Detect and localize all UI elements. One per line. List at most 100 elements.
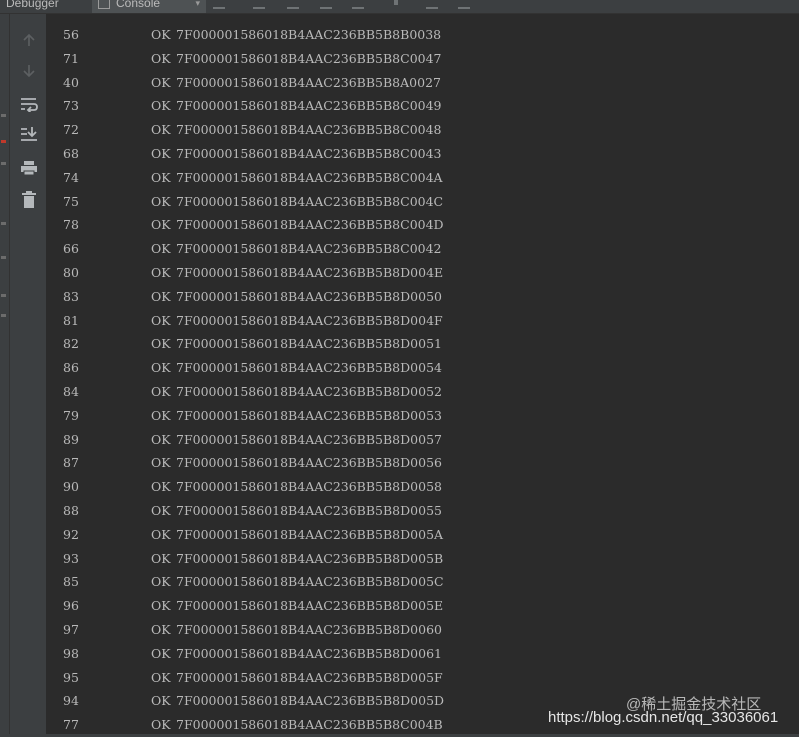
down-arrow-icon[interactable] bbox=[18, 61, 40, 81]
line-message-id: 7F000001586018B4AAC236BB5B8D005C bbox=[176, 574, 444, 590]
console-line: 93 OK 7F000001586018B4AAC236BB5B8D005B bbox=[47, 547, 787, 570]
line-message-id: 7F000001586018B4AAC236BB5B8D0050 bbox=[176, 288, 442, 304]
tab-console-label: Console bbox=[116, 0, 161, 10]
line-status: OK bbox=[151, 479, 171, 495]
console-line: 85 OK 7F000001586018B4AAC236BB5B8D005C bbox=[47, 570, 787, 593]
line-index: 77 bbox=[63, 717, 79, 733]
line-index: 86 bbox=[63, 360, 79, 376]
line-status: OK bbox=[151, 407, 171, 423]
line-message-id: 7F000001586018B4AAC236BB5B8C0048 bbox=[176, 122, 442, 138]
line-message-id: 7F000001586018B4AAC236BB5B8A0027 bbox=[176, 74, 441, 90]
line-index: 93 bbox=[63, 550, 79, 566]
line-message-id: 7F000001586018B4AAC236BB5B8D0051 bbox=[176, 336, 442, 352]
line-index: 87 bbox=[63, 455, 79, 471]
line-status: OK bbox=[151, 169, 171, 185]
step-over-icon[interactable] bbox=[253, 0, 265, 9]
line-index: 78 bbox=[63, 217, 79, 233]
up-arrow-icon[interactable] bbox=[18, 30, 40, 50]
force-step-into-icon[interactable] bbox=[320, 0, 332, 9]
line-index: 97 bbox=[63, 622, 79, 637]
console-line: 80 OK 7F000001586018B4AAC236BB5B8D004E bbox=[47, 261, 787, 284]
scroll-to-end-icon[interactable] bbox=[18, 124, 40, 144]
line-index: 95 bbox=[63, 669, 79, 685]
layout-icon[interactable] bbox=[213, 0, 225, 9]
step-into-icon[interactable] bbox=[287, 0, 299, 9]
line-message-id: 7F000001586018B4AAC236BB5B8D0056 bbox=[176, 455, 442, 471]
console-line: 87 OK 7F000001586018B4AAC236BB5B8D0056 bbox=[47, 451, 787, 474]
line-status: OK bbox=[151, 574, 171, 590]
line-status: OK bbox=[151, 146, 171, 161]
line-index: 81 bbox=[63, 312, 79, 328]
line-status: OK bbox=[151, 312, 171, 328]
line-message-id: 7F000001586018B4AAC236BB5B8C0042 bbox=[176, 241, 442, 257]
line-index: 40 bbox=[63, 74, 79, 90]
print-icon[interactable] bbox=[18, 158, 40, 178]
line-index: 56 bbox=[63, 27, 79, 42]
line-index: 83 bbox=[63, 288, 79, 304]
line-index: 88 bbox=[63, 503, 79, 518]
console-line: 71 OK 7F000001586018B4AAC236BB5B8C0047 bbox=[47, 47, 787, 70]
left-side-strip bbox=[0, 14, 10, 737]
console-line: 88 OK 7F000001586018B4AAC236BB5B8D0055 bbox=[47, 499, 787, 522]
line-status: OK bbox=[151, 50, 171, 66]
line-message-id: 7F000001586018B4AAC236BB5B8D0061 bbox=[176, 645, 442, 661]
line-message-id: 7F000001586018B4AAC236BB5B8D004F bbox=[176, 312, 443, 328]
tab-console[interactable]: Console ▾ bbox=[92, 0, 206, 13]
console-icon bbox=[98, 0, 110, 9]
vertical-scrollbar[interactable] bbox=[793, 14, 799, 737]
line-index: 71 bbox=[63, 50, 79, 66]
console-line: 86 OK 7F000001586018B4AAC236BB5B8D0054 bbox=[47, 356, 787, 379]
line-index: 73 bbox=[63, 98, 79, 114]
line-index: 75 bbox=[63, 193, 79, 209]
clear-all-icon[interactable] bbox=[18, 190, 40, 210]
console-output[interactable]: 56 OK 7F000001586018B4AAC236BB5B8B0038 71 OK… bbox=[47, 14, 799, 737]
line-index: 90 bbox=[63, 479, 79, 495]
line-status: OK bbox=[151, 288, 171, 304]
console-line: 90 OK 7F000001586018B4AAC236BB5B8D0058 bbox=[47, 475, 787, 498]
line-status: OK bbox=[151, 241, 171, 257]
line-message-id: 7F000001586018B4AAC236BB5B8D0055 bbox=[176, 503, 442, 518]
line-status: OK bbox=[151, 122, 171, 138]
tab-debugger[interactable]: Debugger bbox=[6, 0, 59, 13]
line-message-id: 7F000001586018B4AAC236BB5B8C004A bbox=[176, 169, 443, 185]
line-index: 98 bbox=[63, 645, 79, 661]
watermark-url: https://blog.csdn.net/qq_33036061 bbox=[548, 709, 779, 726]
line-status: OK bbox=[151, 98, 171, 114]
line-status: OK bbox=[151, 598, 171, 614]
console-line: 68 OK 7F000001586018B4AAC236BB5B8C0043 bbox=[47, 142, 787, 165]
console-line: 81 OK 7F000001586018B4AAC236BB5B8D004F bbox=[47, 309, 787, 332]
line-index: 96 bbox=[63, 598, 79, 614]
line-status: OK bbox=[151, 669, 171, 685]
line-message-id: 7F000001586018B4AAC236BB5B8D0058 bbox=[176, 479, 442, 495]
line-index: 72 bbox=[63, 122, 79, 138]
line-message-id: 7F000001586018B4AAC236BB5B8C004B bbox=[176, 717, 443, 733]
soft-wrap-icon[interactable] bbox=[18, 94, 40, 114]
line-index: 74 bbox=[63, 169, 79, 185]
console-line: 98 OK 7F000001586018B4AAC236BB5B8D0061 bbox=[47, 642, 787, 665]
line-message-id: 7F000001586018B4AAC236BB5B8D0057 bbox=[176, 431, 442, 447]
line-status: OK bbox=[151, 622, 171, 637]
line-index: 68 bbox=[63, 146, 79, 161]
console-line: 78 OK 7F000001586018B4AAC236BB5B8C004D bbox=[47, 213, 787, 236]
line-index: 82 bbox=[63, 336, 79, 352]
tool-window-tab-bar: Debugger Console ▾ bbox=[0, 0, 799, 14]
line-index: 94 bbox=[63, 693, 79, 709]
settings-icon[interactable] bbox=[458, 0, 470, 9]
line-message-id: 7F000001586018B4AAC236BB5B8C0043 bbox=[176, 146, 442, 161]
chevron-down-icon[interactable]: ▾ bbox=[195, 0, 200, 10]
cursor-icon[interactable] bbox=[394, 0, 398, 5]
step-out-icon[interactable] bbox=[352, 0, 364, 9]
line-message-id: 7F000001586018B4AAC236BB5B8C0047 bbox=[176, 50, 442, 66]
line-message-id: 7F000001586018B4AAC236BB5B8D005F bbox=[176, 669, 443, 685]
line-index: 66 bbox=[63, 241, 79, 257]
line-message-id: 7F000001586018B4AAC236BB5B8C004D bbox=[176, 217, 444, 233]
line-status: OK bbox=[151, 265, 171, 280]
evaluate-icon[interactable] bbox=[426, 0, 438, 9]
line-status: OK bbox=[151, 193, 171, 209]
line-message-id: 7F000001586018B4AAC236BB5B8D0053 bbox=[176, 407, 442, 423]
line-message-id: 7F000001586018B4AAC236BB5B8D0060 bbox=[176, 622, 442, 637]
console-line: 56 OK 7F000001586018B4AAC236BB5B8B0038 bbox=[47, 23, 787, 46]
console-line: 72 OK 7F000001586018B4AAC236BB5B8C0048 bbox=[47, 118, 787, 141]
console-line: 92 OK 7F000001586018B4AAC236BB5B8D005A bbox=[47, 523, 787, 546]
line-status: OK bbox=[151, 27, 171, 42]
